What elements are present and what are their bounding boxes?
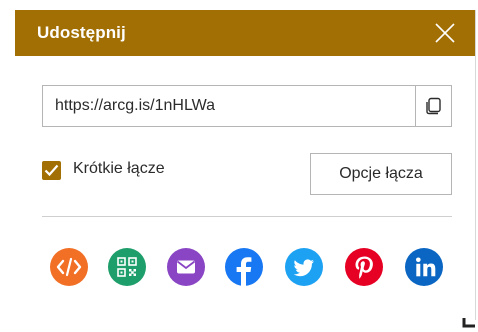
facebook-icon [236, 257, 252, 286]
close-icon [435, 23, 455, 43]
embed-icon [56, 257, 82, 277]
linkedin-button[interactable] [405, 248, 443, 286]
close-button[interactable] [433, 21, 457, 45]
embed-button[interactable] [50, 248, 88, 286]
checkmark-icon [44, 164, 59, 177]
link-options-button[interactable]: Opcje łącza [310, 153, 452, 195]
facebook-button[interactable] [225, 248, 263, 286]
twitter-button[interactable] [285, 248, 323, 286]
divider [42, 216, 452, 217]
email-button[interactable] [167, 248, 205, 286]
qr-code-icon [117, 257, 137, 277]
pinterest-button[interactable] [345, 248, 383, 286]
dialog-header: Udostępnij [15, 10, 475, 56]
copy-icon [426, 97, 441, 115]
email-icon [176, 260, 196, 274]
share-dialog: Udostępnij Krótkie łącze O [15, 10, 476, 320]
dialog-title: Udostępnij [37, 23, 126, 42]
copy-button[interactable] [415, 86, 451, 126]
url-input[interactable] [43, 86, 413, 126]
stage: Udostępnij Krótkie łącze O [0, 0, 478, 332]
url-field [42, 85, 452, 127]
linkedin-icon [416, 257, 436, 277]
resize-handle-icon[interactable] [461, 318, 475, 328]
short-link-checkbox[interactable] [42, 161, 61, 180]
twitter-icon [293, 259, 314, 277]
pinterest-icon [355, 256, 373, 279]
qr-code-button[interactable] [108, 248, 146, 286]
short-link-label[interactable]: Krótkie łącze [73, 160, 165, 178]
